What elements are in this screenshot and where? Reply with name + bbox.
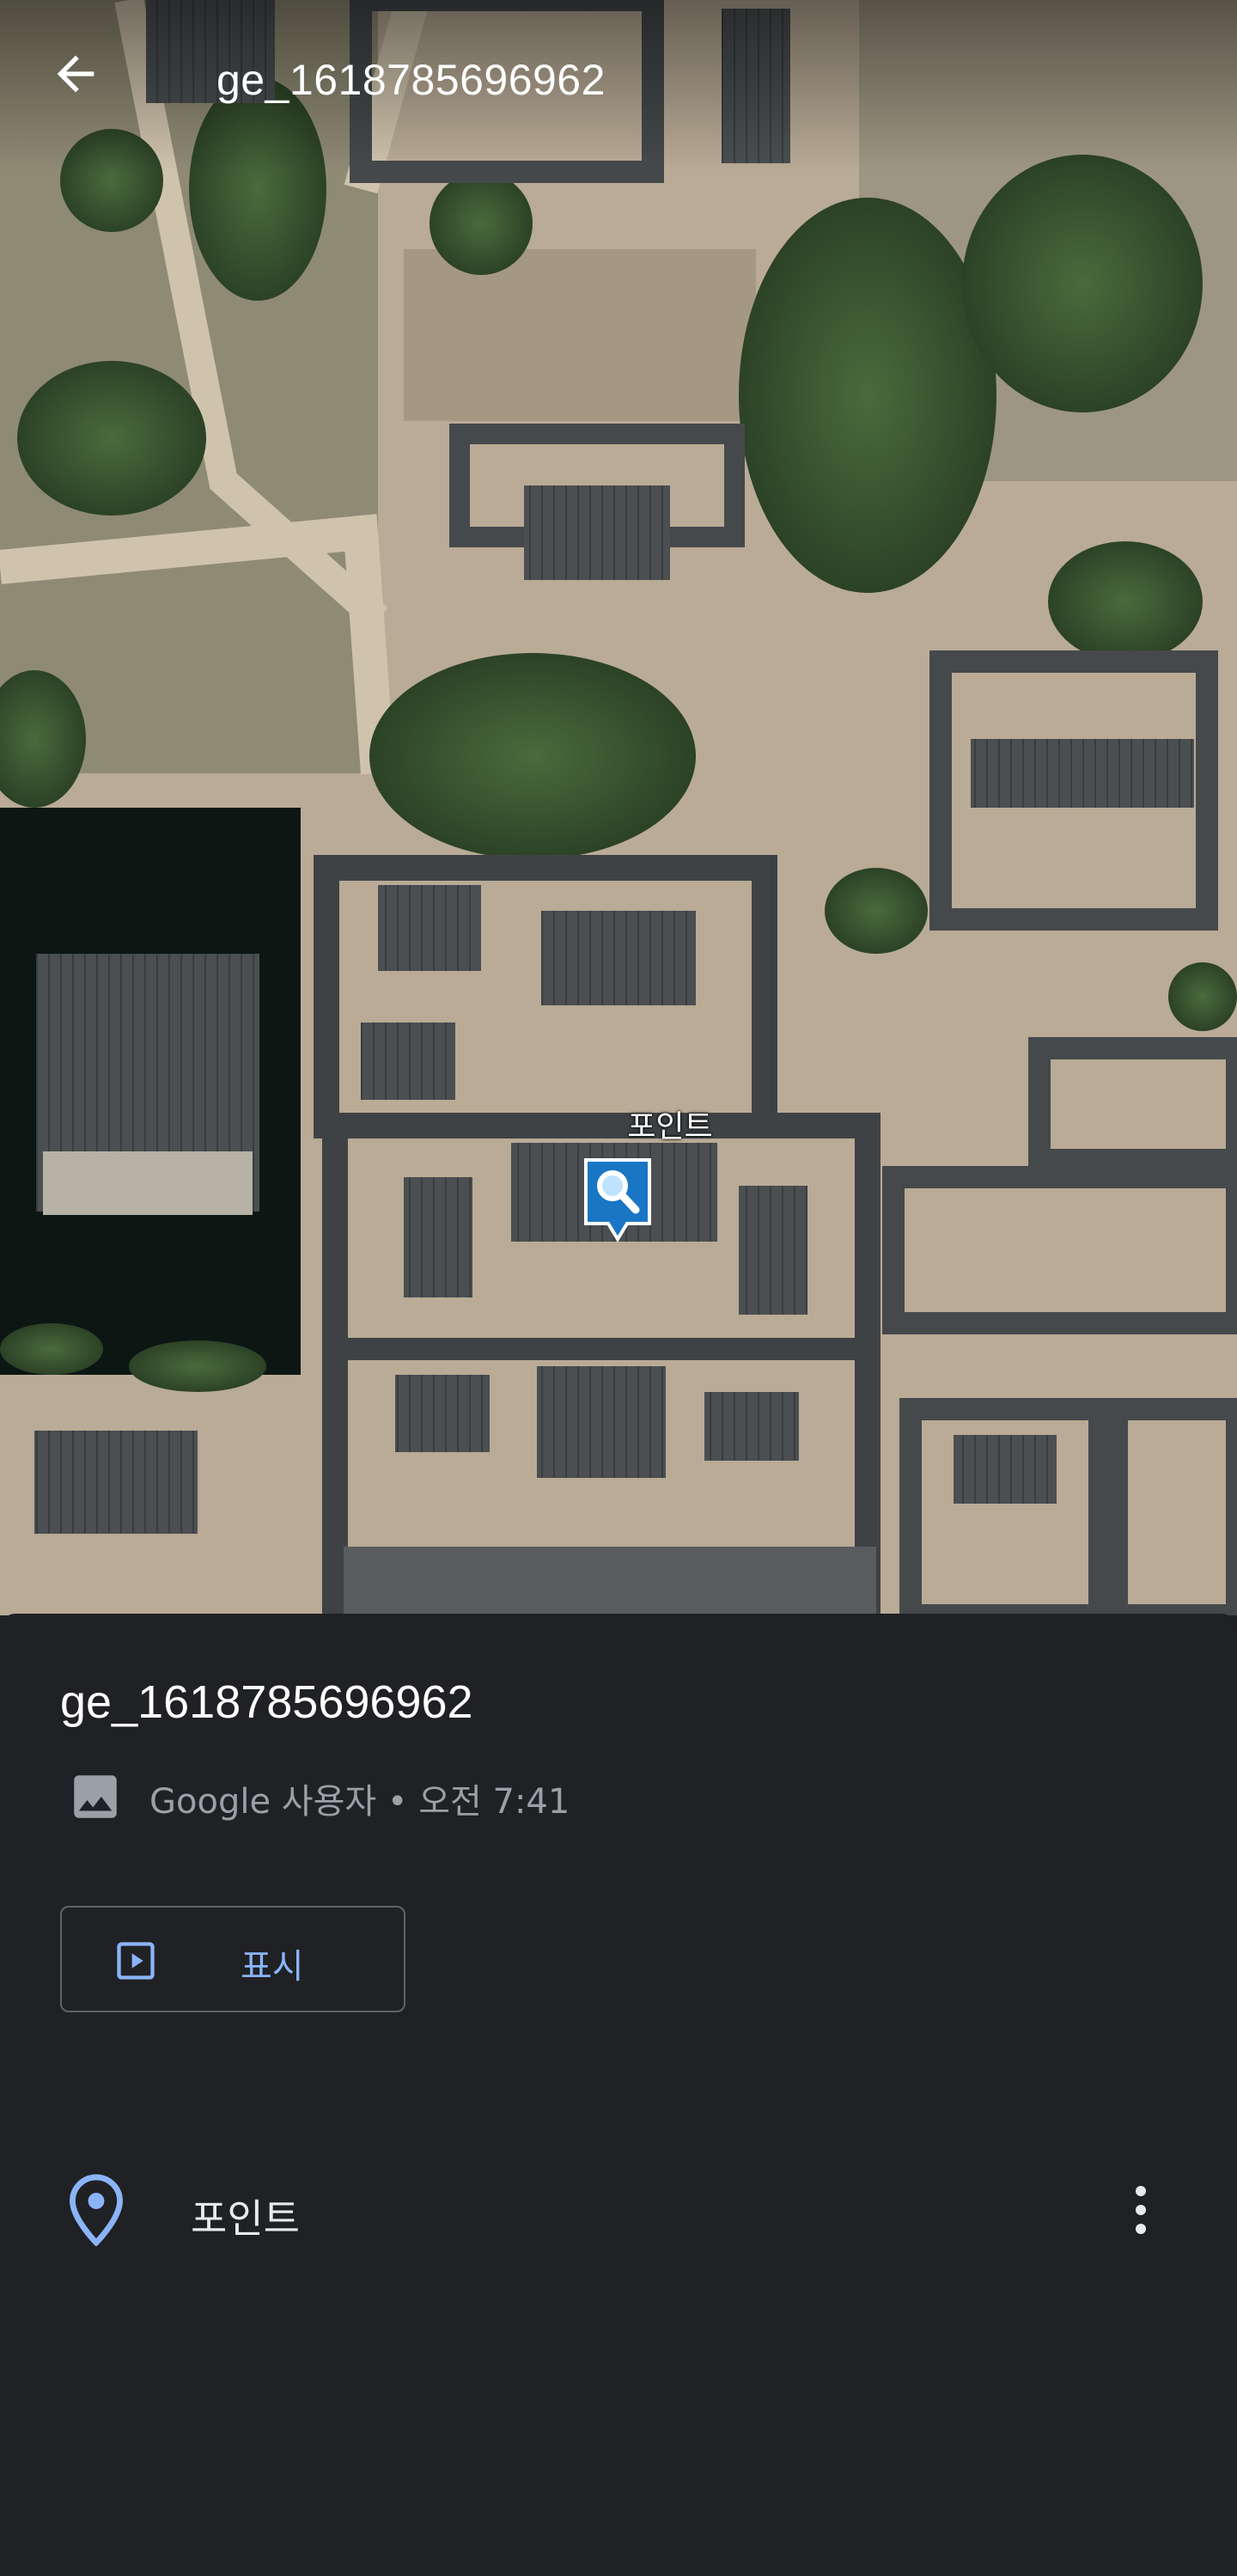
feature-label: 포인트 xyxy=(191,2195,300,2242)
present-button-label: 표시 xyxy=(241,1947,304,1987)
placemark-label: 포인트 xyxy=(627,1109,713,1145)
location-pin-icon xyxy=(69,2174,124,2250)
top-app-bar xyxy=(0,0,1237,172)
satellite-map[interactable]: ge_1618785696962 포인트 xyxy=(0,0,1237,1615)
image-icon xyxy=(67,1768,124,1829)
present-play-icon xyxy=(113,1938,158,1987)
feature-list-item[interactable]: 포인트 xyxy=(0,2152,1237,2272)
bottom-sheet: ge_1618785696962 Google 사용자 • 오전 7:41 표시… xyxy=(0,1614,1237,2576)
satellite-imagery xyxy=(0,0,1237,1615)
project-title: ge_1618785696962 xyxy=(60,1676,473,1728)
back-button[interactable] xyxy=(48,46,120,119)
owner-and-time: Google 사용자 • 오전 7:41 xyxy=(149,1782,570,1822)
page-title: ge_1618785696962 xyxy=(216,56,606,104)
more-vert-icon xyxy=(1132,2182,1149,2242)
placemark-marker[interactable] xyxy=(582,1157,653,1242)
project-meta: Google 사용자 • 오전 7:41 xyxy=(67,1768,570,1828)
more-options-button[interactable] xyxy=(1115,2170,1167,2253)
present-button[interactable]: 표시 xyxy=(60,1906,405,2012)
